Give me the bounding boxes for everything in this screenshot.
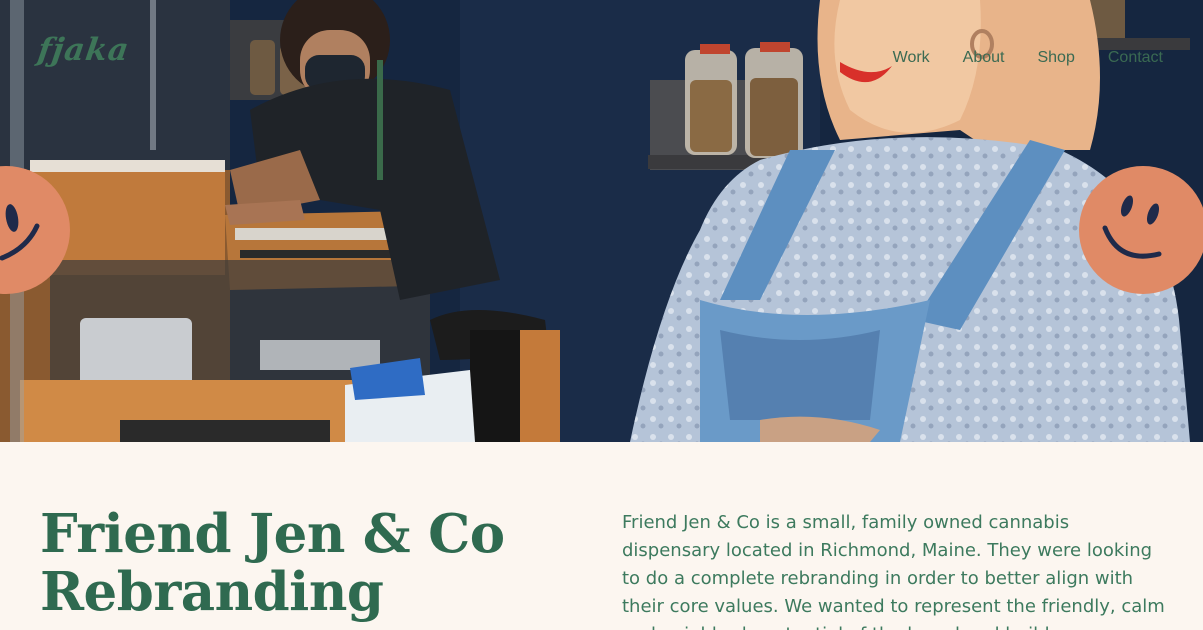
- nav-link-contact[interactable]: Contact: [1108, 49, 1163, 67]
- nav-link-about[interactable]: About: [963, 49, 1005, 67]
- title-line-2: Rebranding: [40, 561, 384, 623]
- nav-link-work[interactable]: Work: [893, 49, 930, 67]
- project-description: Friend Jen & Co is a small, family owned…: [622, 512, 1165, 630]
- brand-logo[interactable]: fjaka: [35, 32, 131, 68]
- nav-link-shop[interactable]: Shop: [1037, 49, 1074, 67]
- smiley-icon: [0, 166, 70, 294]
- page-title: Friend Jen & Co Rebranding: [40, 505, 560, 621]
- main-nav: Work About Shop Contact: [893, 49, 1163, 67]
- title-line-1: Friend Jen & Co: [40, 503, 505, 565]
- smiley-icon: [1079, 166, 1203, 294]
